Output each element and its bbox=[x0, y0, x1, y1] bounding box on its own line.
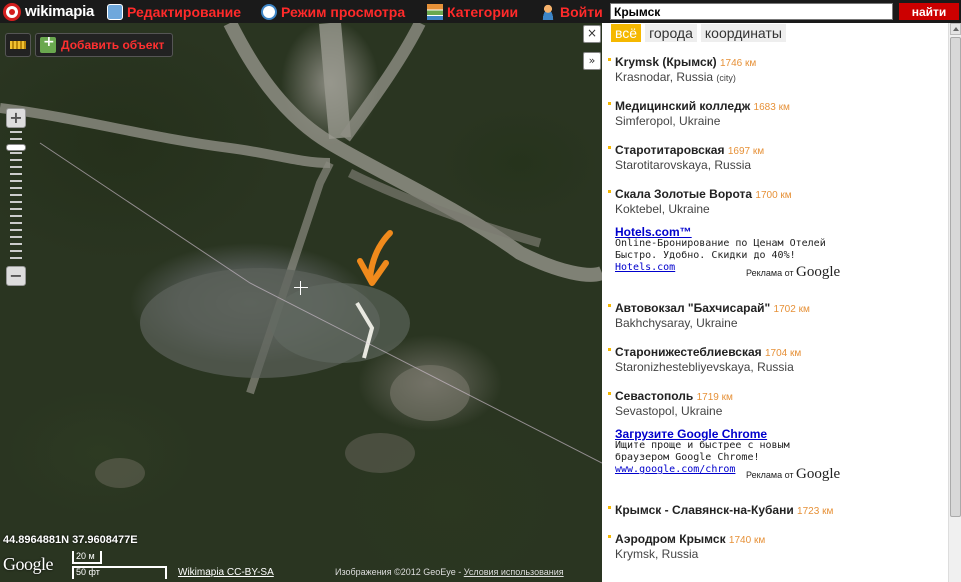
search-results-panel: всё города координаты Krymsk (Крымск) 17… bbox=[602, 23, 948, 582]
result-place: Bakhchysaray, Ukraine bbox=[615, 316, 738, 330]
bullet-icon bbox=[608, 304, 611, 307]
bullet-icon bbox=[608, 535, 611, 538]
ad-text: Ищите проще и быстрее с новым браузером … bbox=[615, 440, 790, 463]
ads-by-google[interactable]: Реклама от Google bbox=[746, 265, 840, 280]
nav-login-label: Войти bbox=[560, 3, 603, 20]
pencil-icon bbox=[107, 3, 123, 20]
result-title[interactable]: Krymsk (Крымск) 1746 км bbox=[615, 55, 756, 69]
add-object-icon bbox=[40, 34, 56, 53]
ad-text: Online-Бронирование по Ценам Отелей Быст… bbox=[615, 238, 826, 261]
collapse-panel-button[interactable]: » bbox=[583, 52, 601, 70]
result-place: Staronizhestebliyevskaya, Russia bbox=[615, 360, 794, 374]
scroll-thumb[interactable] bbox=[950, 37, 961, 517]
ad-title-link[interactable]: Hotels.com™ bbox=[615, 226, 945, 238]
scale-bar: 20 м 50 фт bbox=[72, 551, 168, 579]
wikimapia-logo-icon bbox=[3, 2, 21, 21]
ruler-button[interactable] bbox=[5, 33, 31, 57]
crosshair-icon bbox=[294, 281, 308, 295]
nav-view-label: Режим просмотра bbox=[281, 3, 406, 20]
panel-controls: × » bbox=[583, 25, 601, 70]
bullet-icon bbox=[608, 348, 611, 351]
imagery-credit: Изображения ©2012 GeoEye - Условия испол… bbox=[335, 567, 564, 577]
nav-edit-mode[interactable]: Редактирование bbox=[107, 2, 241, 21]
terms-link[interactable]: Условия использования bbox=[464, 567, 564, 577]
map-imagery bbox=[0, 23, 602, 488]
nav-login[interactable]: Войти bbox=[540, 2, 603, 21]
categories-icon bbox=[427, 3, 443, 20]
ad-title-link[interactable]: Загрузите Google Chrome bbox=[615, 428, 945, 440]
scale-imperial-label: 50 фт bbox=[76, 567, 100, 577]
nav-view-mode[interactable]: Режим просмотра bbox=[261, 2, 405, 21]
result-place: Koktebel, Ukraine bbox=[615, 202, 710, 216]
filter-tabs: всё города координаты bbox=[611, 24, 786, 42]
result-title[interactable]: Севастополь 1719 км bbox=[615, 389, 733, 403]
nav-edit-label: Редактирование bbox=[127, 3, 242, 20]
ad-block: Hotels.com™ Online-Бронирование по Ценам… bbox=[615, 226, 945, 280]
compass-icon bbox=[261, 3, 277, 20]
bullet-icon bbox=[608, 58, 611, 61]
result-place: Starotitarovskaya, Russia bbox=[615, 158, 752, 172]
scroll-up-button[interactable] bbox=[950, 23, 961, 35]
tab-all[interactable]: всё bbox=[611, 24, 642, 42]
add-object-label: Добавить объект bbox=[61, 38, 165, 52]
ads-by-google[interactable]: Реклама от Google bbox=[746, 467, 840, 482]
search-button[interactable]: найти bbox=[899, 3, 959, 20]
result-place: Simferopol, Ukraine bbox=[615, 114, 721, 128]
result-place: Sevastopol, Ukraine bbox=[615, 404, 723, 418]
result-title[interactable]: Автовокзал "Бахчисарай" 1702 км bbox=[615, 301, 810, 315]
zoom-control: + − bbox=[6, 108, 28, 286]
imagery-copyright: Изображения ©2012 GeoEye - bbox=[335, 567, 462, 577]
result-title[interactable]: Скала Золотые Ворота 1700 км bbox=[615, 187, 792, 201]
result-title[interactable]: Аэродром Крымск 1740 км bbox=[615, 532, 765, 546]
ad-block: Загрузите Google Chrome Ищите проще и бы… bbox=[615, 428, 945, 482]
nav-categories[interactable]: Категории bbox=[427, 2, 518, 21]
search-input[interactable] bbox=[610, 3, 893, 20]
panel-scrollbar[interactable] bbox=[948, 23, 961, 582]
top-bar: wikimapia Редактирование Режим просмотра… bbox=[0, 0, 961, 23]
close-panel-button[interactable]: × bbox=[583, 25, 601, 43]
tab-cities[interactable]: города bbox=[645, 24, 697, 42]
wikimapia-logo[interactable]: wikimapia bbox=[3, 2, 94, 21]
result-title[interactable]: Крымск - Славянск-на-Кубани 1723 км bbox=[615, 503, 833, 517]
coordinates-readout: 44.8964881N 37.9608477E bbox=[3, 534, 138, 546]
bullet-icon bbox=[608, 102, 611, 105]
tab-coordinates[interactable]: координаты bbox=[700, 24, 786, 42]
license-link[interactable]: Wikimapia CC-BY-SA bbox=[178, 567, 274, 578]
zoom-out-button[interactable]: − bbox=[6, 266, 26, 286]
add-object-button[interactable]: Добавить объект bbox=[35, 33, 173, 57]
zoom-slider[interactable] bbox=[6, 131, 26, 263]
result-place: Krasnodar, Russia (city) bbox=[615, 70, 736, 84]
nav-categories-label: Категории bbox=[447, 3, 519, 20]
result-place: Krymsk, Russia bbox=[615, 547, 699, 561]
scale-metric-label: 20 м bbox=[76, 551, 95, 561]
bullet-icon bbox=[608, 392, 611, 395]
user-icon bbox=[540, 3, 556, 20]
result-title[interactable]: Старотитаровская 1697 км bbox=[615, 143, 764, 157]
satellite-map[interactable]: Добавить объект + − 44.8964881N 37.96084… bbox=[0, 23, 602, 582]
bullet-icon bbox=[608, 190, 611, 193]
zoom-slider-handle[interactable] bbox=[6, 144, 26, 151]
bullet-icon bbox=[608, 146, 611, 149]
result-title[interactable]: Старонижестеблиевская 1704 км bbox=[615, 345, 801, 359]
ruler-icon bbox=[10, 41, 26, 49]
bullet-icon bbox=[608, 506, 611, 509]
google-logo[interactable]: Google bbox=[3, 554, 54, 575]
result-title[interactable]: Медицинский колледж 1683 км bbox=[615, 99, 790, 113]
logo-text: wikimapia bbox=[25, 3, 94, 20]
zoom-in-button[interactable]: + bbox=[6, 108, 26, 128]
